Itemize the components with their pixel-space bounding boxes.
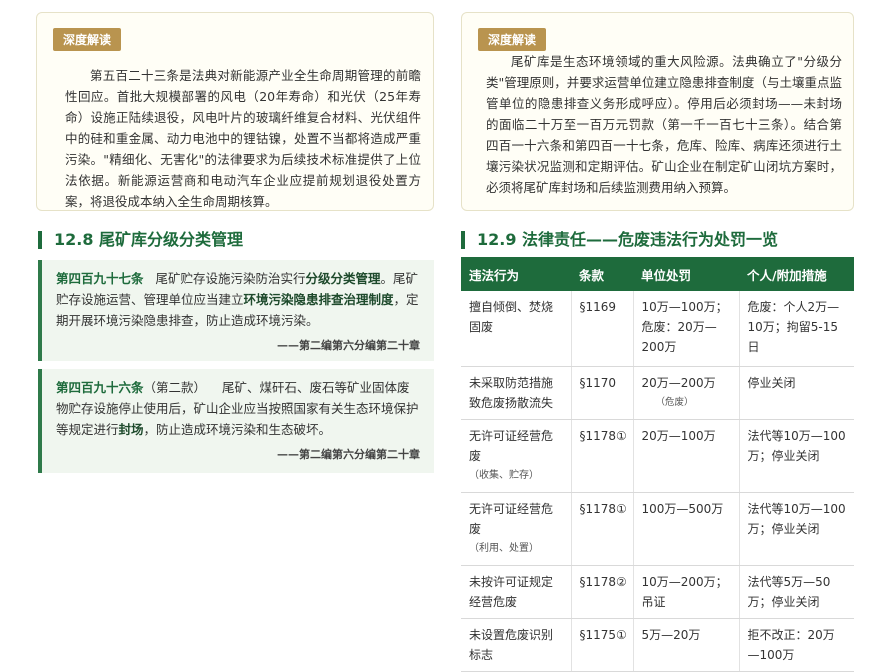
header-cell: 个人/附加措施 [739,257,854,291]
header-cell: 违法行为 [461,257,571,291]
clause-cell: §1178② [571,565,634,619]
person-measure-cell: 法代等10万—100万；停业关闭 [739,492,854,566]
table-row: 未设置危废识别标志 §1175① 5万—20万 拒不改正：20万—100万 [461,618,854,672]
clause-497: 第四百九十七条 尾矿贮存设施污染防治实行分级分类管理。尾矿贮存设施运营、管理单位… [38,260,434,361]
unit-penalty-cell: 10万—200万；吊证 [633,565,740,619]
clause-text: 第四百九十七条 尾矿贮存设施污染防治实行分级分类管理。尾矿贮存设施运营、管理单位… [56,268,420,331]
penalty-table: 违法行为 条款 单位处罚 个人/附加措施 擅自倾倒、焚烧固废 §1169 10万… [461,257,854,672]
clause-cell: §1169 [571,291,634,367]
act-note: （利用、处置） [469,542,539,554]
table-header-row: 违法行为 条款 单位处罚 个人/附加措施 [461,257,854,291]
table-row: 擅自倾倒、焚烧固废 §1169 10万—100万；危废：20万—200万 危废：… [461,291,854,367]
interpretation-tag: 深度解读 [53,28,122,51]
left-interpretation-card: 深度解读 第五百二十三条是法典对新能源产业全生命周期管理的前瞻性回应。首批大规模… [36,12,434,211]
act-text: 擅自倾倒、焚烧固废 [469,300,554,334]
clause-keyword: 环境污染隐患排查治理制度 [243,292,394,307]
clause-article: 第四百九十六条 [56,380,144,395]
right-interpretation-card: 深度解读 尾矿库是生态环境领域的重大风险源。法典确立了"分级分类"管理原则，并要… [461,12,854,211]
clause-source: ——第二编第六分编第二十章 [277,339,420,352]
person-measure-cell: 法代等5万—50万；停业关闭 [739,565,854,619]
section-title-12-9: 12.9 法律责任——危废违法行为处罚一览 [461,231,778,249]
table-row: 无许可证经营危废 （收集、贮存） §1178① 20万—100万 法代等10万—1… [461,419,854,493]
table-row: 未按许可证规定经营危废 §1178② 10万—200万；吊证 法代等5万—50万… [461,565,854,619]
person-measure-cell: 拒不改正：20万—100万 [739,618,854,672]
clause-cell: §1170 [571,366,634,420]
clause-part: 尾矿贮存设施污染防治实行 [155,271,306,286]
interpretation-text: 第五百二十三条是法典对新能源产业全生命周期管理的前瞻性回应。首批大规模部署的风电… [65,68,421,209]
person-measure-cell: 法代等10万—100万；停业关闭 [739,419,854,493]
clause-article: 第四百九十七条 [56,271,144,286]
person-measure-cell: 停业关闭 [739,366,854,420]
clause-cell: §1178① [571,419,634,493]
clause-cell: §1178① [571,492,634,566]
act-cell: 未采取防范措施致危废扬散流失 [461,366,572,420]
unit-penalty-cell: 100万—500万 [633,492,740,566]
act-cell: 未设置危废识别标志 [461,618,572,672]
unit-text: 20万—200万 [641,375,716,390]
clause-part: ，防止造成环境污染和生态破坏。 [143,422,332,437]
unit-penalty-cell: 10万—100万；危废：20万—200万 [633,291,740,367]
person-measure-cell: 危废：个人2万—10万；拘留5-15日 [739,291,854,367]
table-row: 未采取防范措施致危废扬散流失 §1170 20万—200万 （危废） 停业关闭 [461,366,854,420]
act-cell: 未按许可证规定经营危废 [461,565,572,619]
section-title-text: 12.8 尾矿库分级分类管理 [54,230,244,249]
clause-cell: §1175① [571,618,634,672]
unit-note: （危废） [655,396,694,408]
interpretation-text: 尾矿库是生态环境领域的重大风险源。法典确立了"分级分类"管理原则，并要求运营单位… [486,54,842,195]
clause-keyword: 封场 [118,422,144,437]
act-cell: 擅自倾倒、焚烧固废 [461,291,572,367]
act-note: （收集、贮存） [469,469,539,481]
act-text: 未采取防范措施致危废扬散流失 [469,375,554,410]
section-title-text: 12.9 法律责任——危废违法行为处罚一览 [477,230,779,249]
header-cell: 单位处罚 [633,257,739,291]
clause-note: （第二款） [143,380,207,395]
header-cell: 条款 [571,257,633,291]
act-cell: 无许可证经营危废 （收集、贮存） [461,419,572,493]
unit-penalty-cell: 20万—100万 [633,419,740,493]
table-row: 无许可证经营危废 （利用、处置） §1178① 100万—500万 法代等10万—… [461,492,854,566]
clause-496: 第四百九十六条（第二款） 尾矿、煤矸石、废石等矿业固体废物贮存设施停止使用后，矿… [38,369,434,473]
interpretation-tag: 深度解读 [478,28,547,51]
act-text: 未按许可证规定经营危废 [469,574,554,609]
act-text: 无许可证经营危废 [469,501,554,536]
unit-penalty-cell: 5万—20万 [633,618,740,672]
clause-source: ——第二编第六分编第二十章 [277,448,420,461]
act-text: 未设置危废识别标志 [469,627,554,662]
clause-text: 第四百九十六条（第二款） 尾矿、煤矸石、废石等矿业固体废物贮存设施停止使用后，矿… [56,377,420,440]
act-text: 无许可证经营危废 [469,428,554,463]
clause-keyword: 分级分类管理 [305,271,381,286]
section-title-12-8: 12.8 尾矿库分级分类管理 [38,231,243,249]
unit-penalty-cell: 20万—200万 （危废） [633,366,740,420]
act-cell: 无许可证经营危废 （利用、处置） [461,492,572,566]
